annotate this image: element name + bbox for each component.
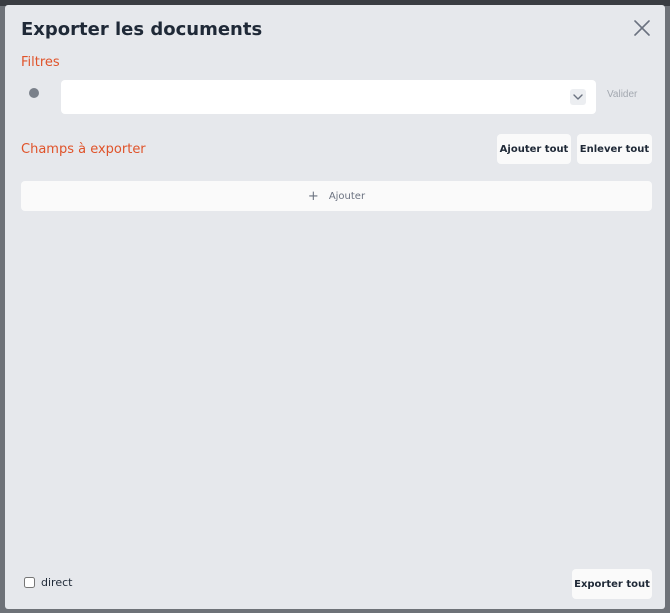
filters-heading: Filtres (21, 55, 60, 70)
filter-status-dot (29, 88, 39, 98)
add-all-button[interactable]: Ajouter tout (497, 134, 571, 164)
remove-all-button[interactable]: Enlever tout (577, 134, 652, 164)
validate-button[interactable]: Valider (607, 89, 637, 100)
fields-heading: Champs à exporter (21, 142, 146, 157)
direct-option[interactable]: direct (24, 576, 72, 589)
close-icon (634, 20, 650, 36)
direct-checkbox[interactable] (24, 577, 35, 588)
direct-label: direct (41, 576, 73, 589)
close-button[interactable] (631, 17, 653, 39)
export-all-button[interactable]: Exporter tout (572, 569, 652, 599)
add-field-label: Ajouter (328, 190, 366, 202)
add-field-button[interactable]: + Ajouter (21, 181, 652, 211)
plus-icon: + (307, 188, 319, 204)
chevron-down-icon[interactable] (570, 89, 586, 105)
export-modal: Exporter les documents Filtres Valider C… (5, 5, 665, 609)
filter-select[interactable] (61, 80, 596, 114)
modal-title: Exporter les documents (21, 19, 263, 40)
